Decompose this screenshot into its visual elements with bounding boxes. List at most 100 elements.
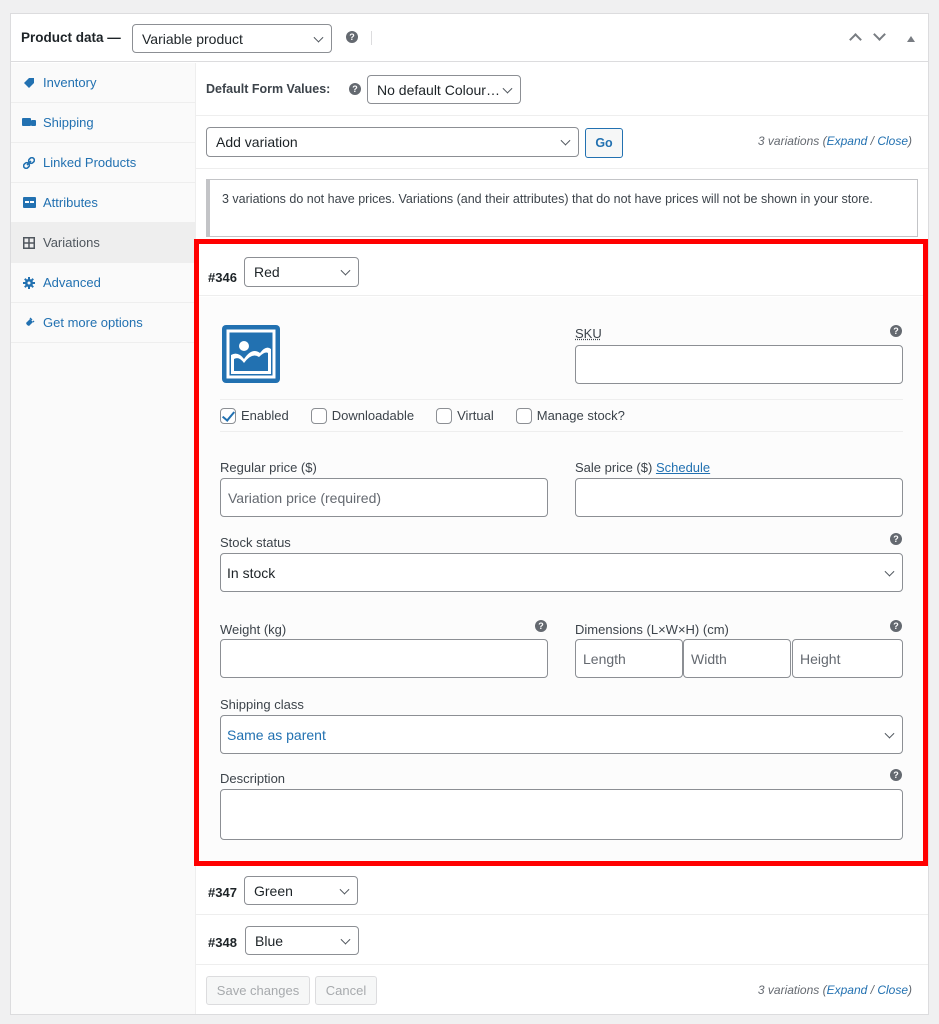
count-text: 3 variations ( bbox=[757, 134, 827, 148]
variation-header-346[interactable]: #346 Red bbox=[196, 246, 928, 296]
checkbox-label: Downloadable bbox=[331, 408, 415, 423]
divider bbox=[371, 31, 372, 45]
sidebar-item-advanced[interactable]: Advanced bbox=[11, 263, 195, 303]
default-form-values-row: Default Form Values: ? No default Colour… bbox=[196, 63, 928, 116]
chevron-down-icon bbox=[339, 884, 350, 895]
checkbox-label: Enabled bbox=[241, 408, 289, 423]
variation-attribute-select[interactable]: Green bbox=[244, 876, 358, 905]
downloadable-checkbox[interactable]: Downloadable bbox=[310, 407, 415, 424]
sidebar-item-shipping[interactable]: Shipping bbox=[11, 103, 195, 143]
manage-stock-checkbox[interactable]: Manage stock? bbox=[515, 407, 625, 424]
chevron-down-icon bbox=[340, 934, 351, 945]
sidebar-item-variations[interactable]: Variations bbox=[11, 223, 195, 263]
sale-price-input[interactable] bbox=[575, 478, 903, 517]
checkbox[interactable] bbox=[310, 407, 327, 424]
close-link[interactable]: Close bbox=[877, 983, 908, 997]
product-data-tabs: Inventory Shipping Linked Products Attri… bbox=[11, 63, 196, 1014]
sidebar-item-linked-products[interactable]: Linked Products bbox=[11, 143, 195, 183]
chevron-down-icon bbox=[313, 32, 324, 43]
shipping-class-select[interactable]: Same as parent bbox=[220, 715, 903, 754]
image-placeholder-icon bbox=[226, 329, 276, 379]
list-icon bbox=[22, 196, 36, 210]
variation-image-upload[interactable] bbox=[222, 325, 280, 383]
product-type-select[interactable]: Variable product bbox=[132, 24, 332, 53]
expand-link[interactable]: Expand bbox=[827, 983, 868, 997]
plugin-icon bbox=[22, 316, 36, 330]
close-link[interactable]: Close bbox=[877, 134, 908, 148]
regular-price-label: Regular price ($) bbox=[220, 460, 317, 475]
save-changes-button[interactable]: Save changes bbox=[206, 976, 310, 1005]
weight-input[interactable] bbox=[220, 639, 548, 678]
move-up-button[interactable] bbox=[849, 31, 862, 46]
stock-status-value: In stock bbox=[227, 564, 276, 581]
sidebar-item-attributes[interactable]: Attributes bbox=[11, 183, 195, 223]
variations-panel: Default Form Values: ? No default Colour… bbox=[196, 63, 928, 1015]
close-paren: ) bbox=[908, 983, 912, 997]
go-button[interactable]: Go bbox=[585, 128, 623, 158]
help-icon[interactable]: ? bbox=[346, 31, 358, 43]
help-icon[interactable]: ? bbox=[349, 83, 361, 95]
product-type-value: Variable product bbox=[142, 30, 243, 47]
variation-body-346: SKU ? Enabled Downloadable Virtual Manag… bbox=[196, 297, 928, 863]
width-input[interactable]: Width bbox=[683, 639, 791, 678]
sidebar-item-inventory[interactable]: Inventory bbox=[11, 63, 195, 103]
count-text: 3 variations ( bbox=[757, 983, 827, 997]
link-icon bbox=[22, 156, 36, 170]
weight-help-icon[interactable]: ? bbox=[535, 620, 547, 632]
truck-icon bbox=[22, 116, 36, 130]
chevron-down-icon bbox=[873, 28, 886, 41]
sidebar-item-get-more-options[interactable]: Get more options bbox=[11, 303, 195, 343]
gear-icon bbox=[22, 276, 36, 290]
variation-attribute-select[interactable]: Red bbox=[244, 257, 359, 287]
variation-id: #348 bbox=[208, 935, 237, 950]
bulk-actions-row: Add variation Go 3 variations (Expand / … bbox=[196, 116, 928, 169]
regular-price-input[interactable]: Variation price (required) bbox=[220, 478, 548, 517]
checkbox[interactable] bbox=[515, 407, 532, 424]
default-colour-select[interactable]: No default Colour… bbox=[367, 75, 521, 104]
sidebar-item-label: Linked Products bbox=[43, 155, 137, 170]
enabled-checkbox[interactable]: Enabled bbox=[220, 407, 289, 424]
default-colour-value: No default Colour… bbox=[377, 81, 500, 98]
stock-status-help-icon[interactable]: ? bbox=[890, 533, 902, 545]
dimensions-help-icon[interactable]: ? bbox=[890, 620, 902, 632]
sku-label: SKU bbox=[575, 326, 602, 341]
sidebar-item-label: Shipping bbox=[43, 115, 94, 130]
description-help-icon[interactable]: ? bbox=[890, 769, 902, 781]
schedule-link[interactable]: Schedule bbox=[656, 460, 710, 475]
checkbox[interactable] bbox=[436, 407, 453, 424]
bulk-action-select[interactable]: Add variation bbox=[206, 127, 579, 157]
variation-attribute-value: Blue bbox=[255, 932, 284, 949]
sku-input[interactable] bbox=[575, 345, 903, 384]
length-input[interactable]: Length bbox=[575, 639, 683, 678]
virtual-checkbox[interactable]: Virtual bbox=[436, 407, 494, 424]
move-down-button[interactable] bbox=[873, 28, 886, 41]
sidebar-item-label: Attributes bbox=[43, 195, 98, 210]
expand-link[interactable]: Expand bbox=[827, 134, 868, 148]
sidebar-item-label: Get more options bbox=[43, 315, 143, 330]
cancel-button[interactable]: Cancel bbox=[315, 976, 377, 1005]
variation-attribute-select[interactable]: Blue bbox=[245, 926, 359, 955]
height-input[interactable]: Height bbox=[792, 639, 903, 678]
checkbox-checked[interactable] bbox=[220, 407, 236, 424]
stock-status-select[interactable]: In stock bbox=[220, 553, 903, 592]
sale-price-label: Sale price ($) Schedule bbox=[575, 460, 710, 475]
missing-prices-notice: 3 variations do not have prices. Variati… bbox=[206, 179, 918, 237]
chevron-down-icon bbox=[560, 135, 571, 146]
default-form-values-label: Default Form Values: bbox=[206, 82, 331, 96]
variations-count-footer: 3 variations (Expand / Close) bbox=[758, 983, 912, 997]
slash-separator: / bbox=[867, 134, 878, 148]
description-textarea[interactable] bbox=[220, 789, 903, 840]
chevron-down-icon bbox=[502, 83, 513, 94]
collapse-panel-button[interactable] bbox=[907, 31, 915, 42]
variation-header-348[interactable]: #348 Blue bbox=[196, 915, 928, 965]
variations-footer: Save changes Cancel 3 variations (Expand… bbox=[196, 965, 928, 1015]
slash-separator: / bbox=[867, 983, 878, 997]
shipping-class-label: Shipping class bbox=[220, 697, 304, 712]
chevron-up-icon bbox=[849, 33, 862, 46]
panel-title: Product data — bbox=[21, 30, 121, 45]
checkbox-label: Virtual bbox=[457, 408, 494, 423]
sku-help-icon[interactable]: ? bbox=[890, 325, 902, 337]
dimensions-label: Dimensions (L×W×H) (cm) bbox=[575, 622, 729, 637]
variation-header-347[interactable]: #347 Green bbox=[196, 865, 928, 915]
tag-icon bbox=[22, 76, 36, 90]
